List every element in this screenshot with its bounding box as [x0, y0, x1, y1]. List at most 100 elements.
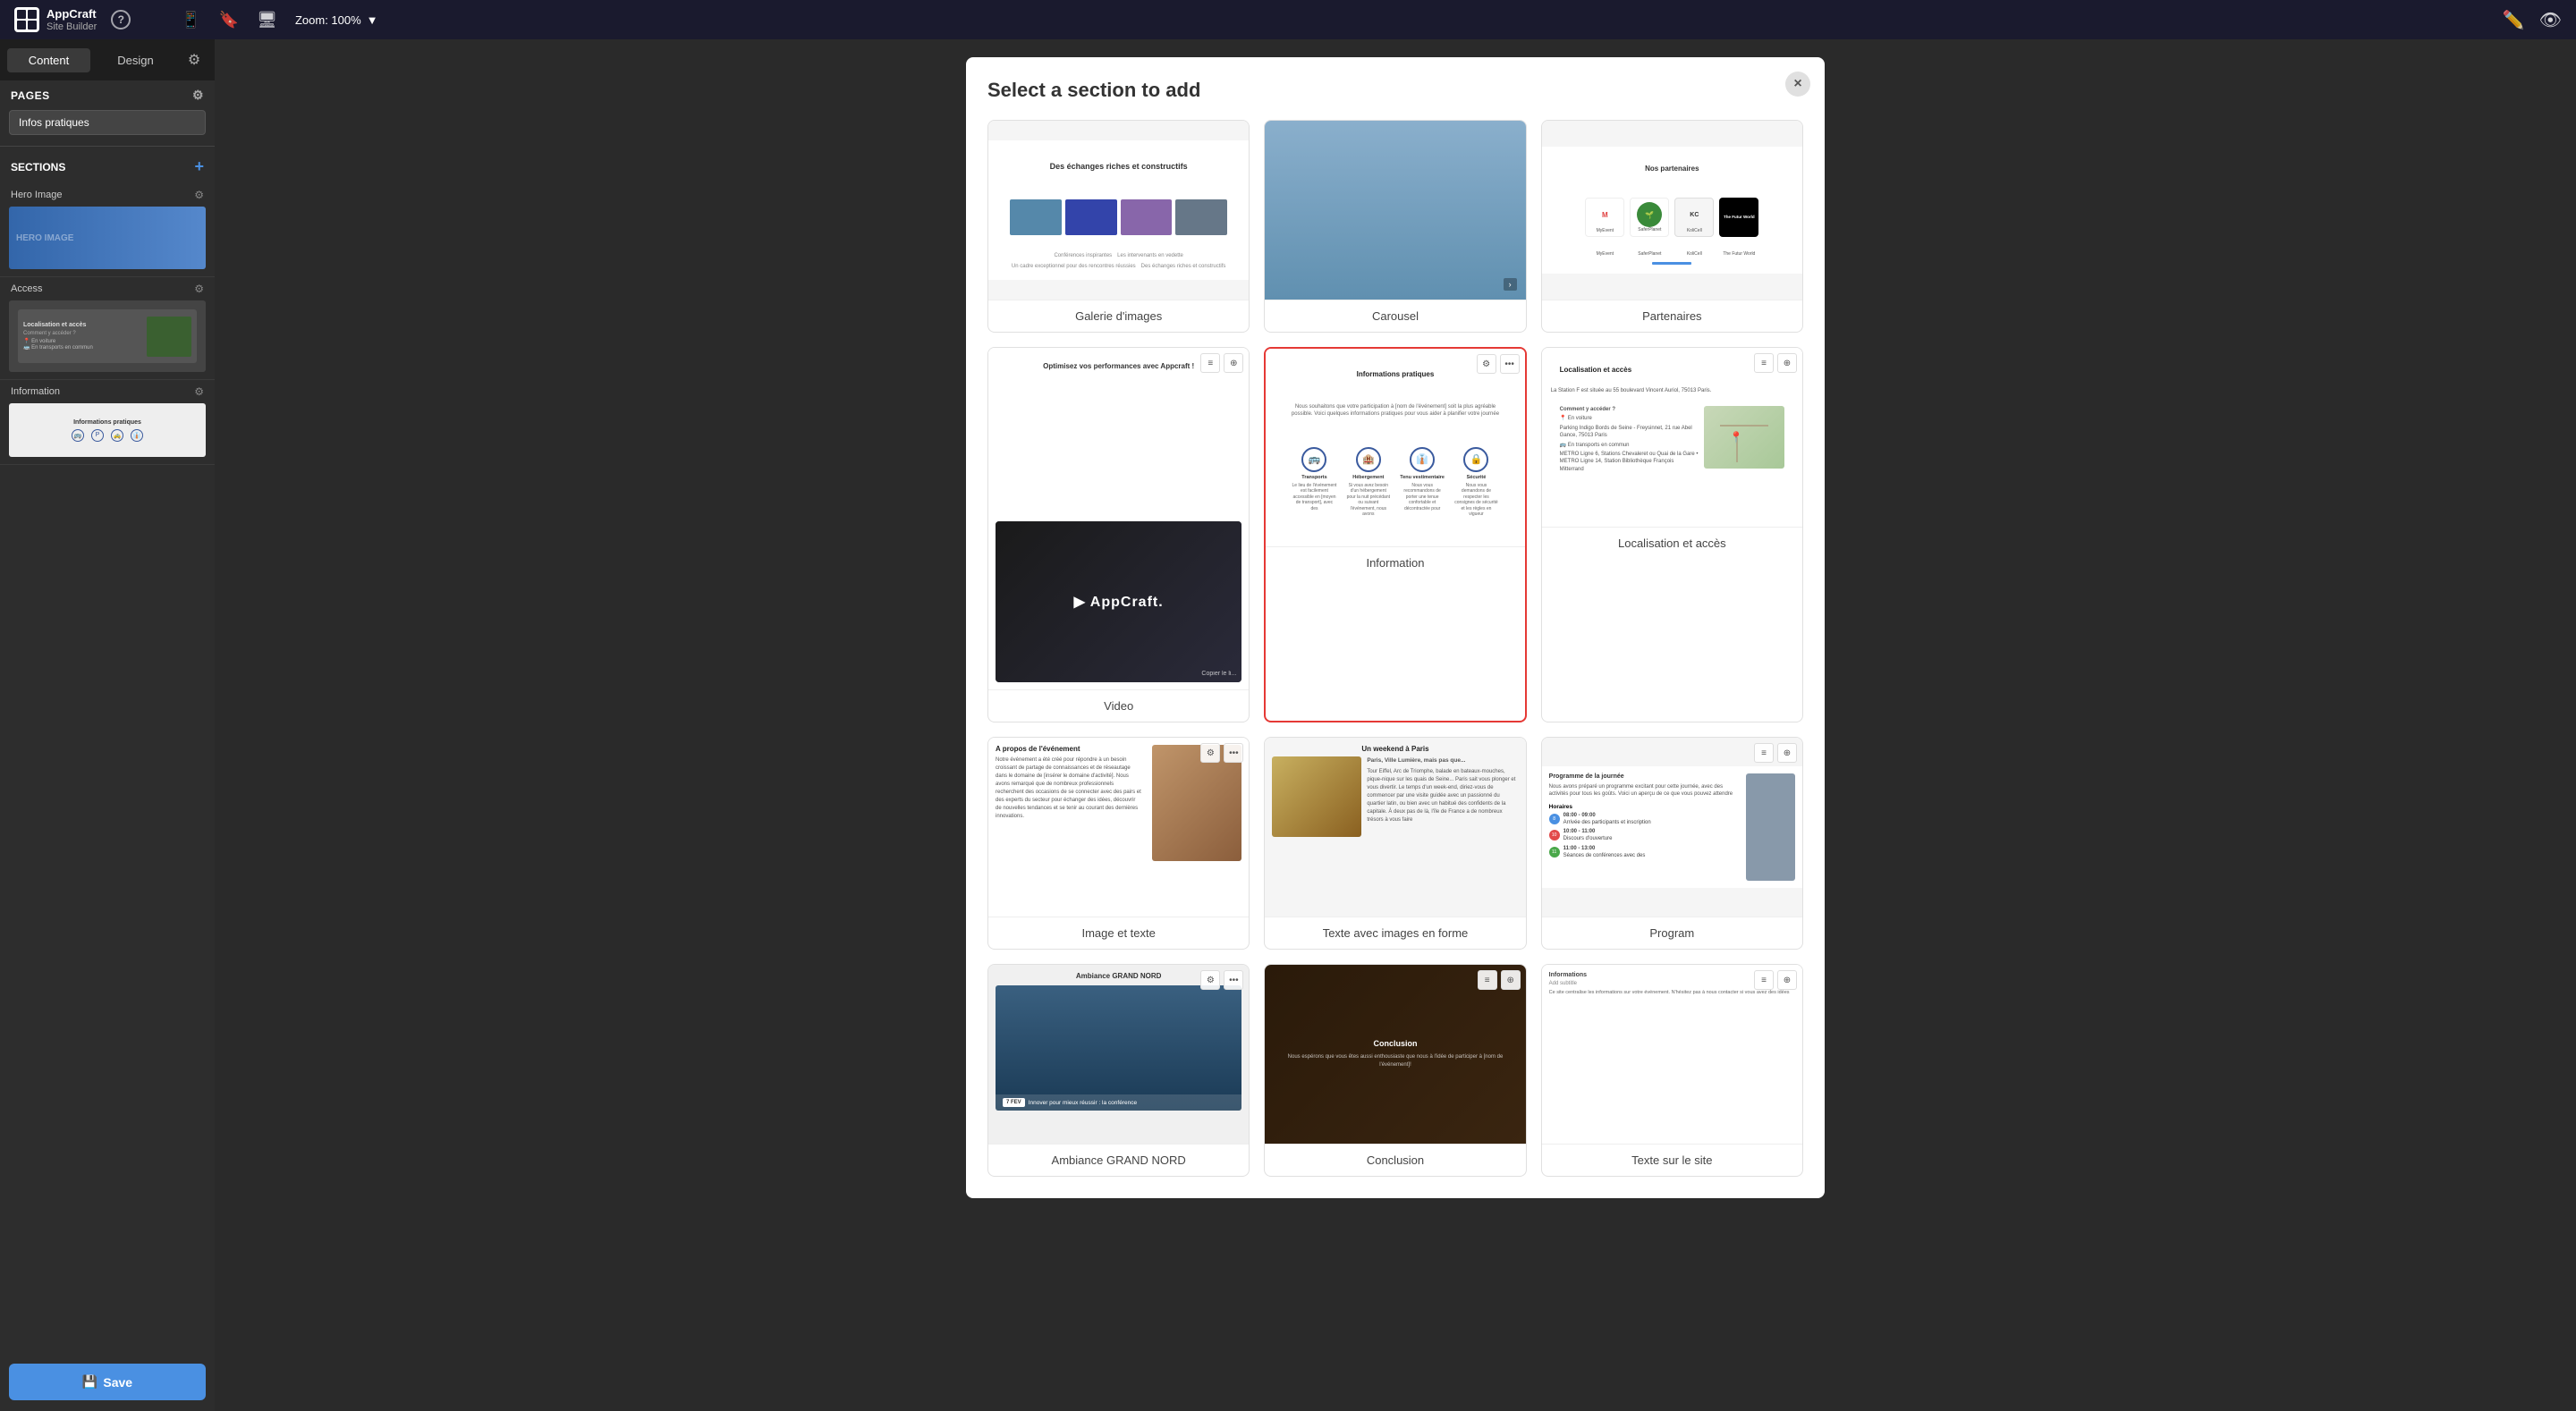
section-card-partenaires[interactable]: Nos partenaires M MyEvent 🌱 [1541, 120, 1803, 333]
zoom-label: Zoom: 100% [295, 13, 361, 27]
ambiance-toolbar-btn1[interactable]: ⚙ [1200, 970, 1220, 990]
desktop-preview-icon[interactable]: 🖥 [257, 11, 277, 30]
section-card-program[interactable]: ≡ ⊕ Programme de la journée Nous avons p… [1541, 737, 1803, 950]
section-card-conclusion-label: Conclusion [1265, 1144, 1525, 1176]
information-toolbar-settings[interactable]: ⚙ [1477, 354, 1496, 374]
section-card-ambiance[interactable]: ⚙ ••• Ambiance GRAND NORD 7 FEV Innover … [987, 964, 1250, 1177]
access-card-toolbar: ≡ ⊕ [1754, 353, 1797, 373]
information-toolbar-more[interactable]: ••• [1500, 354, 1520, 374]
section-information-preview: Informations pratiques 🚌 P 🚕 👔 [9, 403, 206, 457]
galerie-img-2 [1065, 199, 1117, 235]
texte-site-toolbar-btn1[interactable]: ≡ [1754, 970, 1774, 990]
save-label: Save [103, 1375, 132, 1390]
section-card-texte-images-preview: Un weekend à Paris Paris, Ville Lumière,… [1265, 738, 1525, 917]
edit-icon[interactable]: ✏️ [2503, 9, 2525, 31]
video-preview-content: ≡ ⊕ Optimisez vos performances avec Appc… [988, 348, 1249, 689]
conclusion-toolbar-btn2[interactable]: ⊕ [1501, 970, 1521, 990]
section-card-information[interactable]: ⚙ ••• Informations pratiques Nous souhai… [1264, 347, 1526, 722]
section-card-conclusion-preview: ≡ ⊕ Conclusion Nous espérons que vous êt… [1265, 965, 1525, 1144]
sidebar-divider-1 [0, 146, 215, 147]
partenaires-logos-row: M MyEvent 🌱 SaferPlanet K [1551, 189, 1793, 246]
partenaires-accent-bar [1551, 262, 1793, 265]
section-card-conclusion[interactable]: ≡ ⊕ Conclusion Nous espérons que vous êt… [1264, 964, 1526, 1177]
texte-images-text: Paris, Ville Lumière, mais pas que... To… [1367, 756, 1518, 837]
section-card-video[interactable]: ≡ ⊕ Optimisez vos performances avec Appc… [987, 347, 1250, 722]
video-toolbar-btn1[interactable]: ≡ [1200, 353, 1220, 373]
tab-design[interactable]: Design [94, 48, 177, 72]
program-toolbar-btn1[interactable]: ≡ [1754, 743, 1774, 763]
paris-subtitle: Paris, Ville Lumière, mais pas que... [1367, 756, 1518, 765]
section-card-partenaires-label: Partenaires [1542, 300, 1802, 332]
section-card-galerie-label: Galerie d'images [988, 300, 1249, 332]
image-texte-toolbar-btn1[interactable]: ⚙ [1200, 743, 1220, 763]
conclusion-preview-title: Conclusion [1373, 1039, 1417, 1048]
program-preview-content: Programme de la journée Nous avons prépa… [1542, 766, 1802, 888]
modal-close-button[interactable]: × [1785, 72, 1810, 97]
pages-header: PAGES ⚙ [0, 80, 215, 110]
paris-body: Tour Eiffel, Arc de Triomphe, balade en … [1367, 768, 1518, 824]
section-card-access[interactable]: ≡ ⊕ Localisation et accès La Station F e… [1541, 347, 1803, 722]
tab-settings-button[interactable]: ⚙ [181, 46, 208, 73]
image-texte-card-toolbar: ⚙ ••• [1200, 743, 1243, 763]
section-card-texte-site-preview: ≡ ⊕ Informations Add subtitle Ce site ce… [1542, 965, 1802, 1144]
section-card-galerie[interactable]: Des échanges riches et constructifs Conf… [987, 120, 1250, 333]
securite-label: Sécurité [1467, 475, 1487, 480]
access-toolbar-btn1[interactable]: ≡ [1754, 353, 1774, 373]
ambiance-toolbar-btn2[interactable]: ••• [1224, 970, 1243, 990]
pages-settings-icon[interactable]: ⚙ [192, 88, 204, 103]
myevent-label: MyEvent [1597, 228, 1614, 233]
section-card-carousel[interactable]: › Carousel [1264, 120, 1526, 333]
image-texte-toolbar-btn2[interactable]: ••• [1224, 743, 1243, 763]
program-desc: Nous avons préparé un programme excitant… [1549, 783, 1739, 798]
section-card-texte-images[interactable]: Un weekend à Paris Paris, Ville Lumière,… [1264, 737, 1526, 950]
section-card-image-texte[interactable]: ⚙ ••• A propos de l'événement Notre évén… [987, 737, 1250, 950]
section-card-texte-images-label: Texte avec images en forme [1265, 917, 1525, 949]
bookmark-icon[interactable]: 🔖 [219, 11, 239, 30]
section-information-gear-icon[interactable]: ⚙ [194, 385, 204, 398]
logo-icon [14, 7, 39, 32]
page-selector-wrapper: Infos pratiques [0, 110, 215, 142]
video-watermark: Copier le li... [1201, 671, 1236, 677]
section-hero-gear-icon[interactable]: ⚙ [194, 189, 204, 201]
futurworld-text: The Futur World [1722, 213, 1757, 221]
conclusion-toolbar-btn1[interactable]: ≡ [1478, 970, 1497, 990]
save-button[interactable]: 💾 Save [9, 1364, 206, 1400]
program-item-3-text: 11:00 - 13:00Séances de conférences avec… [1563, 846, 1646, 860]
section-card-texte-site[interactable]: ≡ ⊕ Informations Add subtitle Ce site ce… [1541, 964, 1803, 1177]
mobile-preview-icon[interactable]: 📱 [181, 11, 200, 30]
logo-saferplanet: 🌱 SaferPlanet [1630, 198, 1669, 237]
galerie-preview-images [999, 189, 1238, 246]
access-toolbar-btn2[interactable]: ⊕ [1777, 353, 1797, 373]
add-section-button[interactable]: + [194, 157, 204, 176]
access-preview-content: Localisation et accès La Station F est s… [1542, 348, 1802, 527]
information-preview-desc: Nous souhaitons que votre participation … [1276, 393, 1513, 429]
galerie-captions: Conférences inspirantes Les intervenants… [999, 253, 1238, 269]
section-card-access-preview: ≡ ⊕ Localisation et accès La Station F e… [1542, 348, 1802, 527]
transport-label: Transports [1301, 475, 1326, 480]
program-dot-3: 11 [1549, 847, 1560, 858]
video-toolbar-btn2[interactable]: ⊕ [1224, 353, 1243, 373]
program-card-toolbar: ≡ ⊕ [1754, 743, 1797, 763]
zoom-control[interactable]: Zoom: 100% ▼ [295, 13, 378, 27]
video-preview-title: Optimisez vos performances avec Appcraft… [996, 355, 1241, 516]
hebergement-label: Hébergement [1352, 475, 1384, 480]
program-item-1-text: 08:00 - 09:00Arrivée des participants et… [1563, 813, 1651, 827]
taxi-mini-icon: 🚕 [111, 429, 123, 442]
image-texte-body: Notre événement a été créé pour répondre… [996, 756, 1141, 821]
texte-site-body: Ce site centralise les informations sur … [1549, 990, 1795, 997]
saferplanet-label: SaferPlanet [1638, 227, 1661, 232]
access-map: 📍 [1704, 406, 1784, 469]
texte-site-toolbar-btn2[interactable]: ⊕ [1777, 970, 1797, 990]
ambiance-date-badge: 7 FEV [1003, 1098, 1025, 1107]
section-access-gear-icon[interactable]: ⚙ [194, 283, 204, 295]
eye-icon[interactable]: 👁 [2539, 9, 2562, 31]
help-button[interactable]: ? [111, 10, 131, 30]
page-selector[interactable]: Infos pratiques [9, 110, 206, 135]
kolicell-label: KoliCell [1687, 228, 1702, 233]
section-card-information-preview: ⚙ ••• Informations pratiques Nous souhai… [1266, 349, 1524, 546]
program-toolbar-btn2[interactable]: ⊕ [1777, 743, 1797, 763]
access-directions-text: Comment y accéder ? 📍 En voiture Parking… [1560, 406, 1699, 473]
section-information-label: Information [11, 386, 60, 397]
tab-content[interactable]: Content [7, 48, 90, 72]
transport-icon: 🚌 [1301, 447, 1326, 472]
